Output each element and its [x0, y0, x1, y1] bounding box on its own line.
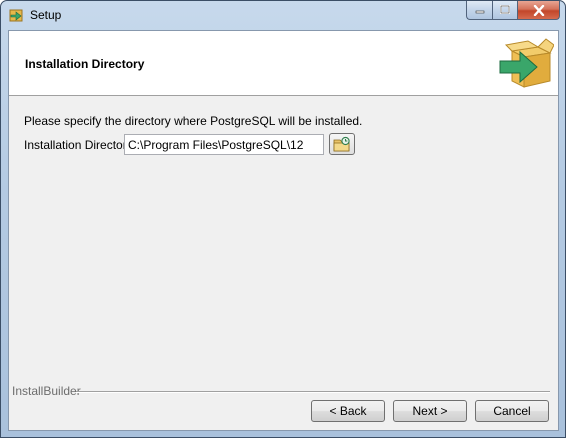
maximize-icon — [500, 5, 510, 14]
dialog-client-area: Installation Directory Please specify th… — [8, 30, 559, 431]
maximize-button[interactable] — [492, 1, 517, 20]
minimize-icon — [475, 10, 484, 14]
close-button[interactable] — [517, 1, 560, 20]
close-icon — [533, 4, 544, 16]
setup-installer-icon — [9, 9, 23, 22]
instruction-text: Please specify the directory where Postg… — [24, 114, 363, 128]
window-controls — [466, 1, 560, 21]
installbuilder-brand: InstallBuilder — [12, 384, 81, 398]
browse-button[interactable] — [329, 133, 355, 155]
window-title: Setup — [30, 8, 62, 22]
cancel-button[interactable]: Cancel — [475, 400, 549, 422]
page-header: Installation Directory — [9, 31, 558, 96]
setup-window: Setup Installation Directory Please spec… — [0, 0, 566, 438]
box-arrow-icon — [499, 38, 554, 88]
back-button[interactable]: < Back — [311, 400, 385, 422]
footer-divider — [76, 391, 550, 393]
page-title: Installation Directory — [25, 57, 145, 71]
installation-directory-label: Installation Directory — [24, 138, 133, 152]
folder-browse-icon — [333, 136, 350, 152]
minimize-button[interactable] — [466, 1, 492, 20]
installation-directory-input[interactable] — [124, 134, 324, 155]
next-button[interactable]: Next > — [393, 400, 467, 422]
title-bar[interactable]: Setup — [1, 1, 565, 30]
